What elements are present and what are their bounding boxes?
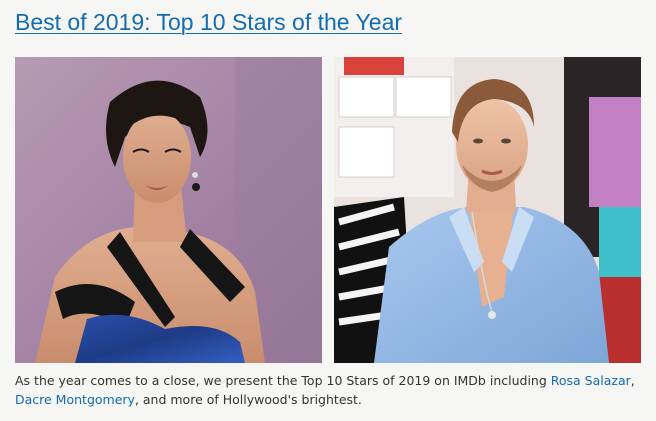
rosa-salazar-link[interactable]: Rosa Salazar (551, 373, 631, 388)
caption-outro: , and more of Hollywood's brightest. (134, 392, 362, 407)
dacre-montgomery-image (334, 57, 641, 363)
article-title-link[interactable]: Best of 2019: Top 10 Stars of the Year (15, 9, 402, 36)
news-card: Best of 2019: Top 10 Stars of the Year A… (0, 0, 656, 421)
dacre-montgomery-link[interactable]: Dacre Montgomery (15, 392, 135, 407)
rosa-salazar-photo[interactable] (15, 57, 322, 363)
rosa-salazar-image (15, 57, 322, 363)
caption-intro: As the year comes to a close, we present… (15, 373, 551, 388)
article-caption: As the year comes to a close, we present… (15, 371, 645, 409)
caption-separator: , (630, 373, 635, 388)
dacre-montgomery-photo[interactable] (334, 57, 641, 363)
